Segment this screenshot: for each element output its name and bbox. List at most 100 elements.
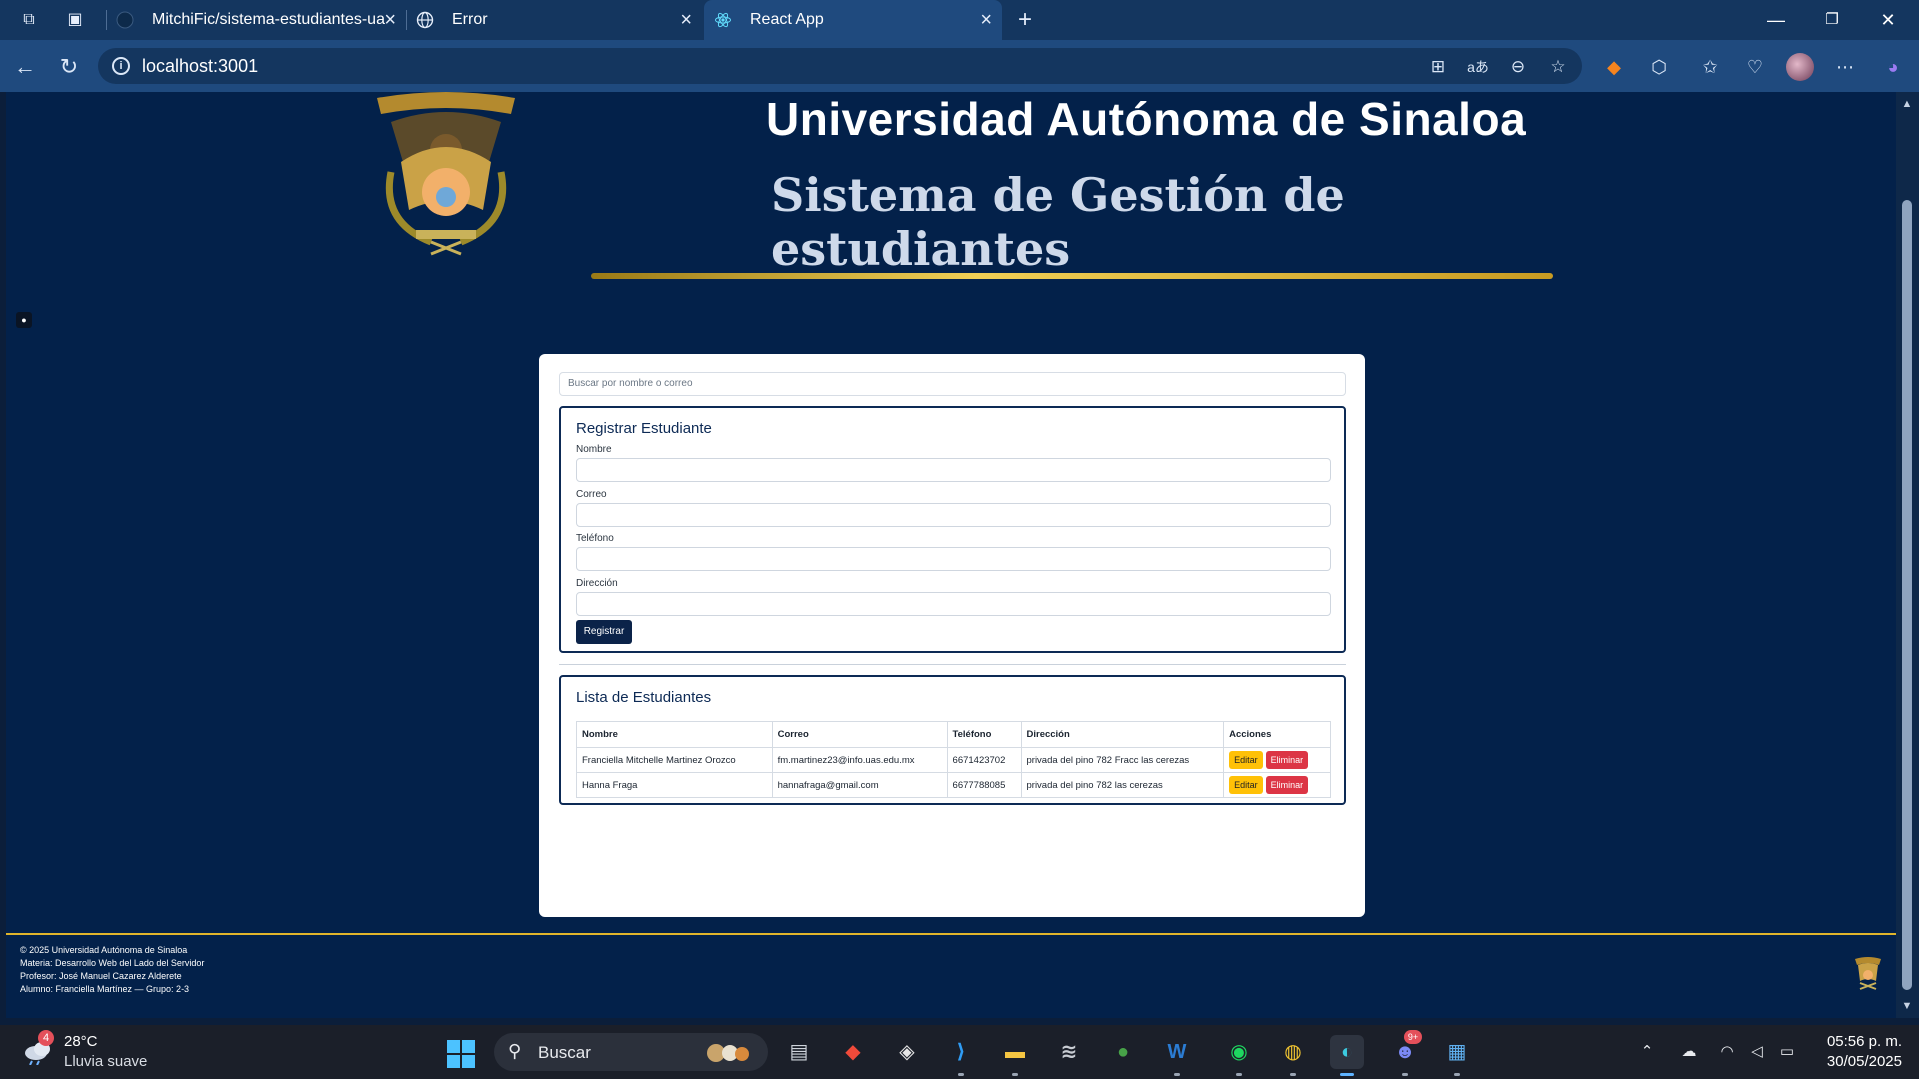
app-database[interactable]: ≋ — [1052, 1035, 1086, 1069]
weather-badge: 4 — [38, 1030, 54, 1046]
correo-field[interactable] — [576, 503, 1331, 527]
cell-telefono: 6671423702 — [946, 747, 1022, 773]
search-icon: ⚲ — [508, 1041, 522, 1061]
app-vscode[interactable]: ⟩ — [944, 1035, 978, 1076]
read-aloud-icon[interactable]: aあ — [1466, 55, 1490, 79]
vertical-tabs-icon[interactable]: ▣ — [62, 8, 88, 32]
profile-avatar[interactable] — [1786, 53, 1814, 81]
table-row: Franciella Mitchelle Martinez Orozco fm.… — [576, 747, 1331, 773]
nombre-field[interactable] — [576, 458, 1331, 482]
tab-github[interactable]: MitchiFic/sistema-estudiantes-ua × — [106, 0, 406, 40]
close-icon[interactable]: × — [980, 0, 992, 40]
scroll-up-icon[interactable]: ▲ — [1901, 98, 1913, 110]
column-header: Teléfono — [946, 721, 1022, 748]
word-icon: W — [1167, 1041, 1187, 1063]
volume-icon[interactable]: ◁ — [1746, 1041, 1768, 1063]
running-indicator — [1174, 1073, 1180, 1076]
app-file-explorer[interactable]: ▬ — [998, 1035, 1032, 1076]
address-bar[interactable]: i localhost:3001 ⊞ aあ ⊖ ☆ — [98, 48, 1582, 84]
back-icon[interactable]: ← — [10, 52, 40, 82]
github-icon — [116, 11, 134, 29]
cell-direccion: privada del pino 782 Fracc las cerezas — [1020, 747, 1225, 773]
app-available-icon[interactable]: ⊞ — [1426, 55, 1450, 79]
favorites-icon[interactable]: ✩ — [1697, 54, 1723, 80]
app-spotify[interactable]: ◉ — [1222, 1035, 1256, 1076]
university-title: Universidad Autónoma de Sinaloa — [766, 93, 1527, 145]
edit-button[interactable]: Editar — [1229, 751, 1263, 769]
workspaces-icon[interactable]: ⧉ — [16, 8, 42, 32]
app-mongodb[interactable]: ● — [1106, 1035, 1140, 1069]
git-client-icon: ◆ — [845, 1041, 861, 1063]
close-window-icon[interactable]: ✕ — [1860, 0, 1916, 40]
cell-correo: fm.martinez23@info.uas.edu.mx — [771, 747, 948, 773]
footer-logo-icon — [1855, 957, 1881, 990]
favorite-star-icon[interactable]: ☆ — [1546, 55, 1570, 79]
weather-temperature[interactable]: 28°C — [64, 1033, 98, 1050]
direccion-field[interactable] — [576, 592, 1331, 616]
table-row: Hanna Fraga hannafraga@gmail.com 6677788… — [576, 772, 1331, 798]
browser-toolbar: ← ↻ i localhost:3001 ⊞ aあ ⊖ ☆ ◆ ⬡ ✩ ♡ ⋯ … — [0, 40, 1919, 92]
page-scrollbar[interactable]: ▲ ▼ — [1896, 92, 1919, 1018]
wifi-icon[interactable]: ◠ — [1716, 1041, 1738, 1063]
tab-react-app[interactable]: React App × — [704, 0, 1002, 40]
roblox-icon: ◈ — [899, 1041, 915, 1063]
tray-chevron-icon[interactable]: ⌃ — [1636, 1041, 1658, 1063]
task-view-app[interactable]: ▤ — [782, 1035, 816, 1069]
app-red[interactable]: ◆ — [836, 1035, 870, 1069]
page-viewport: Universidad Autónoma de Sinaloa Sistema … — [6, 92, 1896, 1018]
uas-logo-icon — [377, 92, 515, 256]
tab-label: Error — [452, 11, 488, 28]
delete-button[interactable]: Eliminar — [1265, 751, 1309, 769]
url-text[interactable]: localhost:3001 — [142, 56, 258, 77]
app-chrome[interactable]: ◍ — [1276, 1035, 1310, 1076]
battery-icon[interactable]: ▭ — [1776, 1041, 1798, 1063]
new-tab-icon[interactable]: + — [1012, 8, 1038, 32]
clock-time[interactable]: 05:56 p. m. — [1822, 1033, 1902, 1050]
cell-acciones: Editar Eliminar — [1223, 772, 1331, 798]
edit-button[interactable]: Editar — [1229, 776, 1263, 794]
column-header: Acciones — [1223, 721, 1331, 748]
windows-start-icon[interactable] — [446, 1039, 476, 1069]
taskbar-search[interactable]: ⚲ Buscar — [494, 1033, 768, 1071]
telefono-field[interactable] — [576, 547, 1331, 571]
running-indicator — [1290, 1073, 1296, 1076]
tab-error[interactable]: Error × — [406, 0, 702, 40]
app-notepad[interactable]: ▦ — [1440, 1035, 1474, 1076]
app-roblox[interactable]: ◈ — [890, 1035, 924, 1069]
footer-alumno: Alumno: Franciella Martínez — Grupo: 2-3 — [20, 984, 190, 994]
cell-telefono: 6677788085 — [946, 772, 1022, 798]
search-input[interactable]: Buscar por nombre o correo — [559, 372, 1346, 396]
onedrive-icon[interactable]: ☁ — [1678, 1041, 1700, 1063]
extensions-icon[interactable]: ⬡ — [1646, 54, 1672, 80]
students-panel: Lista de Estudiantes Nombre Correo Teléf… — [559, 675, 1346, 805]
vscode-icon: ⟩ — [956, 1041, 966, 1063]
restore-icon[interactable]: ❐ — [1804, 0, 1860, 40]
metamask-icon[interactable]: ◆ — [1601, 54, 1627, 80]
app-edge[interactable]: ◐ — [1330, 1035, 1364, 1076]
tab-label: React App — [750, 11, 824, 28]
copilot-icon[interactable]: ◕ — [1880, 54, 1906, 80]
zoom-icon[interactable]: ⊖ — [1506, 55, 1530, 79]
info-icon[interactable]: i — [112, 57, 130, 75]
devtools-toggle-icon[interactable]: ● — [16, 312, 32, 328]
browser-essentials-icon[interactable]: ♡ — [1742, 54, 1768, 80]
weather-description[interactable]: Lluvia suave — [64, 1053, 147, 1070]
refresh-icon[interactable]: ↻ — [54, 52, 84, 82]
close-icon[interactable]: × — [680, 0, 692, 40]
register-title: Registrar Estudiante — [576, 420, 712, 437]
clock-date[interactable]: 30/05/2025 — [1816, 1053, 1902, 1070]
more-menu-icon[interactable]: ⋯ — [1832, 54, 1858, 80]
running-indicator — [958, 1073, 964, 1076]
app-word[interactable]: W — [1160, 1035, 1194, 1076]
scroll-down-icon[interactable]: ▼ — [1901, 1000, 1913, 1012]
register-button[interactable]: Registrar — [576, 620, 632, 644]
direccion-label: Dirección — [576, 578, 618, 589]
scroll-thumb[interactable] — [1902, 200, 1912, 990]
column-header: Nombre — [576, 721, 773, 748]
minimize-icon[interactable]: — — [1748, 0, 1804, 40]
footer-materia: Materia: Desarrollo Web del Lado del Ser… — [20, 958, 205, 968]
delete-button[interactable]: Eliminar — [1265, 776, 1309, 794]
footer-copyright: © 2025 Universidad Autónoma de Sinaloa — [20, 945, 188, 955]
close-icon[interactable]: × — [384, 0, 396, 40]
browser-titlebar: ⧉ ▣ MitchiFic/sistema-estudiantes-ua × E… — [0, 0, 1919, 40]
